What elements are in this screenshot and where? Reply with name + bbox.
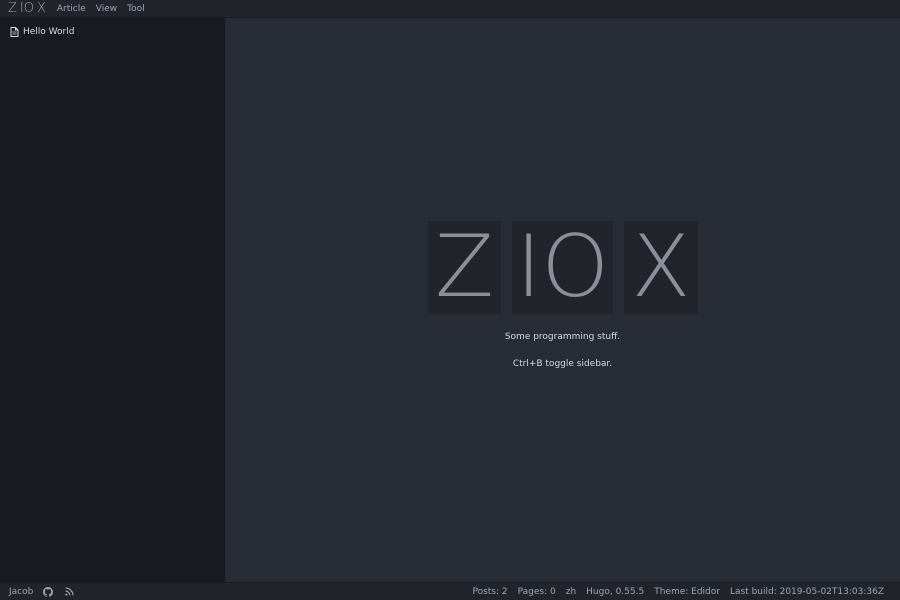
sidebar-item-hello-world[interactable]: Hello World [0, 23, 224, 41]
main-content: Z IO X Some programming stuff. Ctrl+B to… [225, 18, 900, 582]
brand-tile-io: IO [512, 221, 613, 314]
author-link[interactable]: Jacob [9, 587, 33, 597]
language: zh [565, 586, 577, 597]
brand-letter-io: IO [515, 217, 610, 317]
github-icon[interactable] [42, 586, 54, 598]
status-bar: Jacob Posts: 2 Pages: 0 zh Hugo, 0.55.5 … [0, 582, 900, 600]
app-logo[interactable]: Z IO X [0, 0, 52, 18]
last-build: Last build: 2019-05-02T13:03:36Z [729, 586, 884, 597]
menu-view[interactable]: View [91, 0, 122, 18]
app-logo-letter-x: X [36, 0, 46, 16]
posts-count: Posts: 2 [472, 586, 508, 597]
brand-logo: Z IO X [428, 221, 698, 314]
menu-article[interactable]: Article [52, 0, 91, 18]
rss-icon[interactable] [63, 586, 75, 598]
file-icon [10, 27, 19, 37]
theme-name: Theme: Edidor [654, 586, 720, 597]
sidebar-toggle-hint: Ctrl+B toggle sidebar. [512, 359, 613, 369]
sidebar: Hello World [0, 18, 225, 582]
pages-count: Pages: 0 [517, 586, 556, 597]
brand-tile-z: Z [428, 221, 501, 314]
app-logo-letter-z: Z [8, 0, 17, 16]
brand-letter-z: Z [435, 217, 494, 317]
tagline: Some programming stuff. [504, 332, 621, 342]
menu-bar: Z IO X Article View Tool [0, 0, 900, 18]
brand-letter-x: X [631, 217, 691, 317]
sidebar-item-label: Hello World [23, 27, 75, 37]
brand-tile-x: X [624, 221, 698, 314]
app-logo-letter-io: IO [19, 0, 34, 16]
hugo-version: Hugo, 0.55.5 [586, 586, 645, 597]
menu-tool[interactable]: Tool [122, 0, 149, 18]
